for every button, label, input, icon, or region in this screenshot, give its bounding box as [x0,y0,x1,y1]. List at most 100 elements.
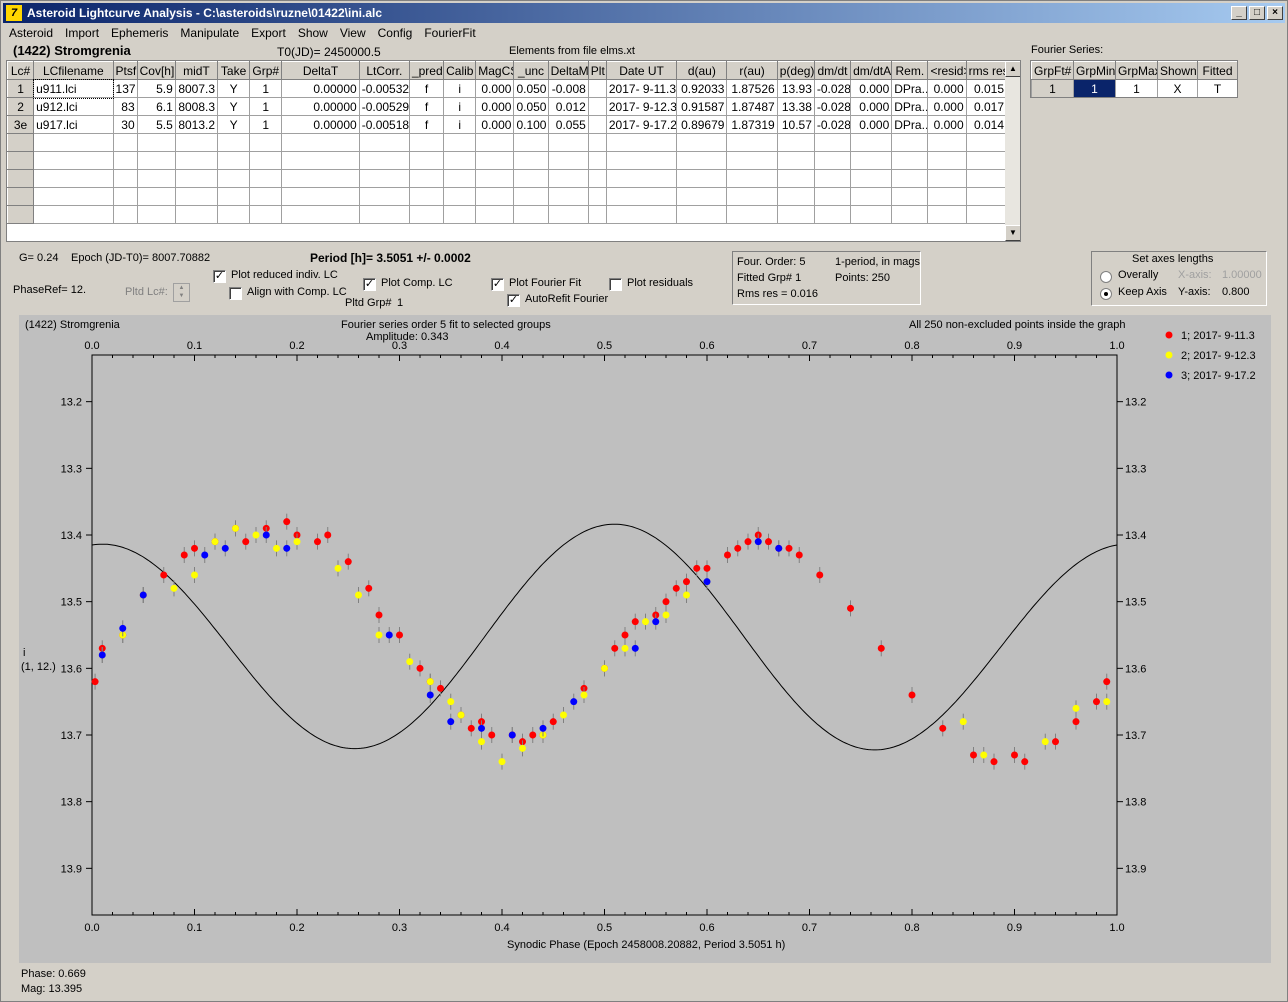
table-cell[interactable] [587,151,607,170]
table-cell[interactable] [475,187,515,206]
table-cell[interactable] [513,133,549,152]
minimize-button[interactable]: _ [1231,6,1247,20]
table-cell[interactable] [776,169,815,188]
title-bar[interactable]: 7 Asteroid Lightcurve Analysis - C:\aste… [3,3,1285,23]
table-cell[interactable] [726,133,778,152]
table-cell[interactable]: 0.000 [475,115,515,134]
lc-table-row[interactable]: 3e u917.lci 30 5.5 8013.2 Y 1 0.00000 -0.00518 f i… [7,115,1008,134]
table-cell[interactable]: 2 [7,97,35,116]
table-cell[interactable] [547,151,589,170]
table-cell[interactable]: 0.000 [850,97,893,116]
column-header[interactable]: dm/dt [813,61,852,80]
close-button[interactable]: × [1267,6,1283,20]
align-comp-checkbox[interactable] [229,287,242,300]
table-cell[interactable]: 2017- 9-11.3 [605,79,678,98]
maximize-button[interactable]: □ [1249,6,1265,20]
table-cell[interactable] [676,169,728,188]
autorefit-checkbox[interactable]: ✓ [507,294,520,307]
table-cell[interactable]: 0.92033 [676,79,728,98]
table-cell[interactable]: -0.028 [813,115,852,134]
table-cell[interactable]: -0.008 [547,79,589,98]
table-cell[interactable]: 0.00000 [281,97,360,116]
table-cell[interactable] [513,151,549,170]
table-cell[interactable]: -0.00518 [358,115,410,134]
table-cell[interactable] [7,205,35,224]
table-cell[interactable]: -0.00529 [358,97,410,116]
table-cell[interactable] [281,169,360,188]
fourier-cell[interactable]: X [1157,79,1198,97]
table-cell[interactable] [475,151,515,170]
table-cell[interactable] [676,133,728,152]
keep-axis-radio[interactable] [1100,288,1112,300]
table-cell[interactable] [33,151,114,170]
menu-view[interactable]: View [334,24,372,40]
table-cell[interactable]: 0.000 [927,97,967,116]
menu-manipulate[interactable]: Manipulate [174,24,245,40]
table-cell[interactable]: Y [217,79,251,98]
table-cell[interactable] [813,133,852,152]
column-header[interactable]: MagCS [475,61,515,80]
table-cell[interactable] [249,133,283,152]
table-cell[interactable] [358,187,410,206]
lc-table-empty-row[interactable] [7,133,1008,152]
table-cell[interactable]: 1.87319 [726,115,778,134]
table-cell[interactable] [726,187,778,206]
column-header[interactable]: _unc [513,61,549,80]
table-cell[interactable]: 2017- 9-17.2 [605,115,678,134]
table-cell[interactable] [112,205,138,224]
table-cell[interactable] [358,205,410,224]
table-cell[interactable] [891,205,929,224]
table-cell[interactable] [7,169,35,188]
lc-table-row[interactable]: 2 u912.lci 83 6.1 8008.3 Y 1 0.00000 -0.00529 f i 0… [7,97,1008,116]
table-cell[interactable]: DPra... [891,97,929,116]
column-header[interactable]: rms res [965,61,1008,80]
table-cell[interactable]: 83 [112,97,138,116]
table-cell[interactable] [408,187,445,206]
fourier-column-header[interactable]: GrpMax [1115,61,1158,80]
column-header[interactable]: Rem. [891,61,929,80]
table-cell[interactable] [776,205,815,224]
menu-ephemeris[interactable]: Ephemeris [105,24,174,40]
table-cell[interactable] [7,133,35,152]
table-cell[interactable] [605,169,678,188]
table-cell[interactable]: 0.050 [513,97,549,116]
plot-residuals-checkbox[interactable] [609,278,622,291]
table-cell[interactable] [174,169,219,188]
table-cell[interactable]: Y [217,115,251,134]
table-cell[interactable]: 1 [249,115,283,134]
table-cell[interactable]: 0.017 [965,97,1008,116]
plot-reduced-checkbox[interactable]: ✓ [213,270,226,283]
table-cell[interactable] [850,205,893,224]
table-cell[interactable]: 0.00000 [281,79,360,98]
plot-comp-checkbox[interactable]: ✓ [363,278,376,291]
table-cell[interactable] [136,169,176,188]
table-cell[interactable] [726,151,778,170]
table-cell[interactable] [136,133,176,152]
table-cell[interactable]: 8013.2 [174,115,219,134]
column-header[interactable]: Ptsf [112,61,138,80]
table-cell[interactable]: 0.015 [965,79,1008,98]
table-cell[interactable] [249,205,283,224]
table-cell[interactable] [408,169,445,188]
table-cell[interactable] [891,133,929,152]
table-cell[interactable] [249,169,283,188]
menu-import[interactable]: Import [59,24,105,40]
menu-fourierfit[interactable]: FourierFit [418,24,481,40]
table-cell[interactable]: f [408,115,445,134]
table-cell[interactable] [587,79,607,98]
table-cell[interactable]: f [408,97,445,116]
table-cell[interactable] [217,169,251,188]
fourier-cell[interactable]: 1 [1115,79,1158,97]
table-cell[interactable] [358,169,410,188]
lc-table-scrollbar[interactable]: ▲ ▼ [1005,61,1020,241]
column-header[interactable]: r(au) [726,61,778,80]
table-cell[interactable] [927,187,967,206]
table-cell[interactable]: f [408,79,445,98]
fourier-column-header[interactable]: Shown [1157,61,1198,80]
lc-table-empty-row[interactable] [7,169,1008,188]
table-cell[interactable] [217,187,251,206]
table-cell[interactable] [587,205,607,224]
table-cell[interactable] [443,169,477,188]
column-header[interactable]: DeltaT [281,61,360,80]
table-cell[interactable] [443,187,477,206]
